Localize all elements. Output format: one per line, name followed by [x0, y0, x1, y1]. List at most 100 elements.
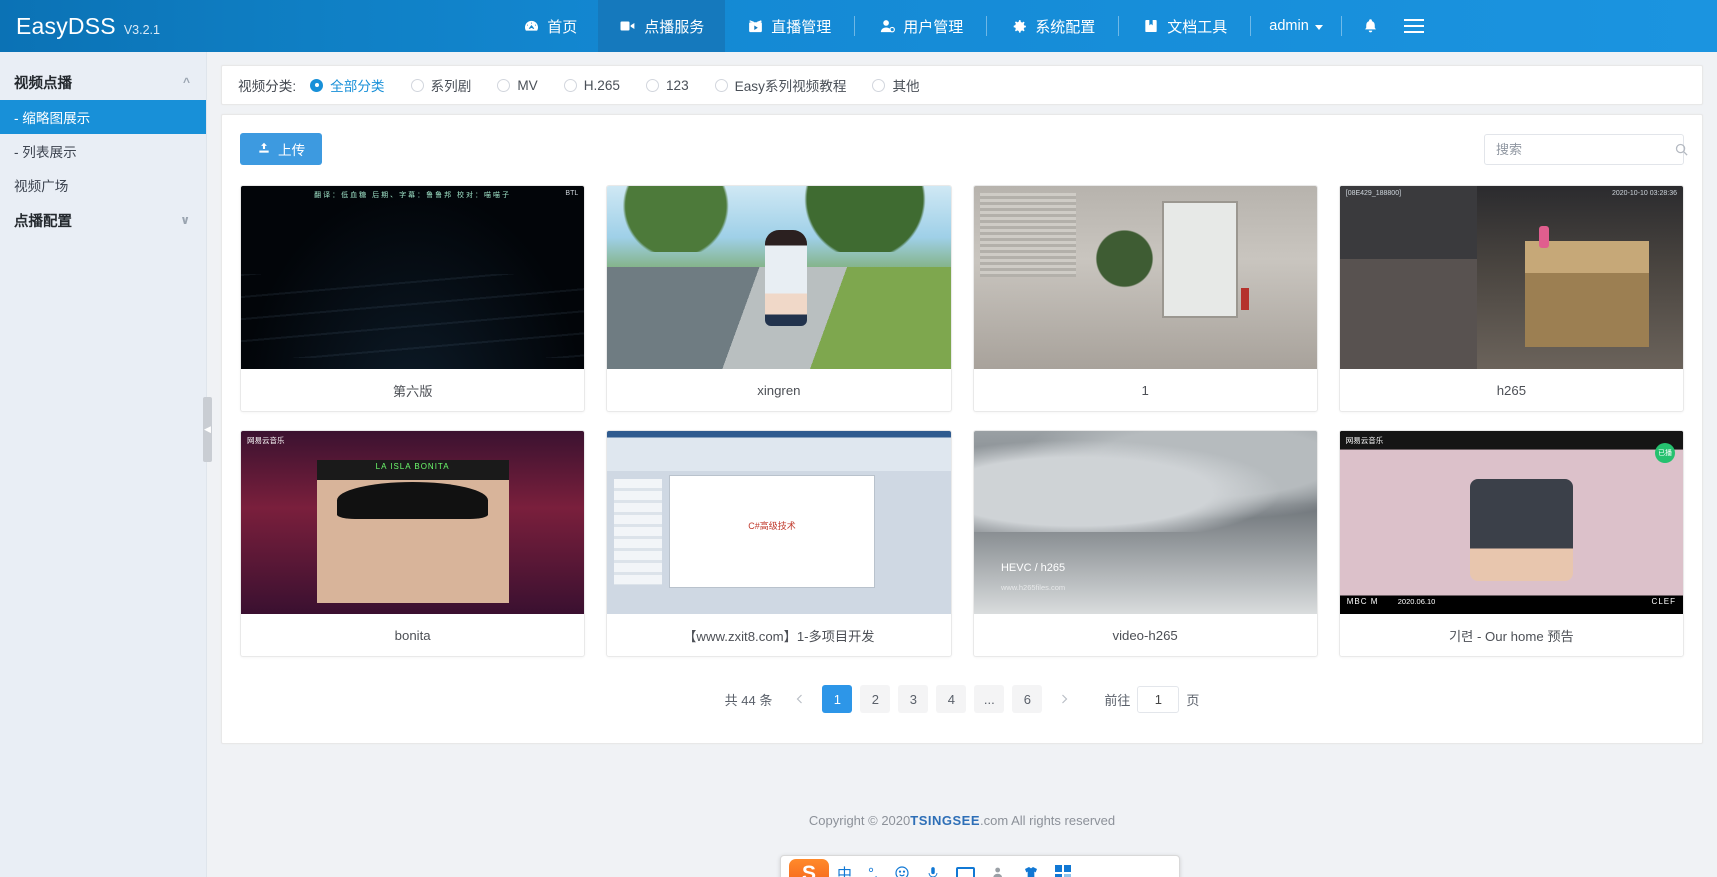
ime-emoji-icon[interactable]	[894, 865, 910, 877]
thumbnail-art-extinguisher	[1241, 288, 1250, 311]
filter-option-series-label: 系列剧	[430, 79, 472, 94]
pagination-jump-input[interactable]	[1137, 685, 1180, 713]
video-grid: 翻译：低血糖 后期、字幕：鲁鲁邦 校对：喵喵子 BTL 第六版 xingren	[240, 185, 1684, 657]
sidebar-group-vod-label: 视频点播	[14, 75, 72, 92]
thumbnail-art-door	[1162, 200, 1238, 318]
footer: Copyright © 2020 TSINGSEE .com All right…	[207, 800, 1717, 840]
gear-icon	[1010, 17, 1028, 35]
nav-divider-1	[854, 16, 856, 36]
radio-dot-h265	[563, 78, 577, 92]
thumbnail-overlay-timestamp: 2020-10-10 03:28:36	[1612, 190, 1677, 197]
video-card[interactable]: C#高级技术 【www.zxit8.com】1-多项目开发	[606, 430, 952, 657]
category-filter-label: 视频分类:	[238, 79, 297, 94]
thumbnail-overlay-source-url: www.h265files.com	[1000, 583, 1066, 593]
pagination-prev-button[interactable]	[786, 685, 814, 713]
nav-item-docs[interactable]: 文档工具	[1121, 0, 1248, 52]
sidebar-item-video-square[interactable]: 视频广场	[0, 168, 206, 202]
filter-option-easy-tutorials[interactable]: Easy系列视频教程	[714, 75, 846, 95]
ime-punctuation-icon[interactable]: °,	[868, 865, 878, 877]
ime-skin-icon[interactable]	[1023, 865, 1039, 877]
sidebar-item-thumbnail-view[interactable]: - 缩略图展示	[0, 100, 206, 134]
ime-user-icon[interactable]	[991, 865, 1007, 877]
video-card[interactable]: xingren	[606, 185, 952, 412]
video-card[interactable]: HEVC / h265 www.h265files.com video-h265	[972, 430, 1318, 657]
nav-zone: 首页 点播服务 直播管理 用户管理 系统配置 文档工具 admin	[228, 0, 1717, 52]
nav-item-users[interactable]: 用户管理	[857, 0, 984, 52]
upload-button[interactable]: 上传	[240, 133, 323, 165]
video-card[interactable]: [08E429_188800] 2020-10-10 03:28:36 h265	[1338, 185, 1684, 412]
filter-option-all[interactable]: 全部分类	[310, 75, 385, 95]
filter-option-123[interactable]: 123	[645, 78, 689, 93]
pagination-page-6[interactable]: 6	[1012, 685, 1043, 713]
hamburger-icon[interactable]	[1398, 19, 1444, 33]
footer-copyright-suffix: .com All rights reserved	[980, 812, 1116, 828]
video-thumbnail[interactable]: 翻译：低血糖 后期、字幕：鲁鲁邦 校对：喵喵子 BTL	[241, 186, 585, 369]
filter-option-mv[interactable]: MV	[497, 78, 538, 93]
nav-item-settings[interactable]: 系统配置	[989, 0, 1116, 52]
thumbnail-overlay-badge: 已播	[1655, 443, 1675, 463]
video-card[interactable]: LA ISLA BONITA 网易云音乐 bonita	[240, 430, 586, 657]
thumbnail-overlay-subtitle: LA ISLA BONITA	[375, 462, 450, 472]
search-input[interactable]	[1494, 140, 1674, 158]
thumbnail-art-clouds	[973, 431, 1317, 532]
user-name: admin	[1269, 18, 1309, 34]
notifications-button[interactable]	[1344, 17, 1398, 35]
video-thumbnail[interactable]: 网易云音乐 已播 MBC M 2020.06.10 CLEF	[1339, 431, 1683, 614]
pagination-page-3[interactable]: 3	[898, 685, 929, 713]
pagination-page-ellipsis[interactable]: ...	[974, 685, 1005, 713]
radio-dot-all	[310, 78, 324, 92]
video-content-panel: 上传 翻译：低血糖 后期、字幕：鲁鲁邦 校对：喵喵子 BTL 第	[221, 114, 1703, 744]
nav-divider-2	[986, 16, 988, 36]
user-menu[interactable]: admin	[1253, 18, 1339, 34]
sidebar-item-list-view-label: - 列表展示	[14, 145, 77, 160]
video-thumbnail[interactable]	[607, 186, 951, 369]
thumbnail-art-bottle	[1538, 226, 1549, 249]
search-icon[interactable]	[1674, 142, 1689, 157]
filter-option-series[interactable]: 系列剧	[410, 75, 472, 95]
pagination-next-button[interactable]	[1050, 685, 1078, 713]
video-thumbnail[interactable]	[973, 186, 1317, 369]
sidebar-item-list-view[interactable]: - 列表展示	[0, 134, 206, 168]
video-card-title: 【www.zxit8.com】1-多项目开发	[683, 628, 875, 644]
search-box[interactable]	[1484, 133, 1688, 165]
sidebar-group-vod-config[interactable]: 点播配置 ∨	[0, 202, 206, 238]
ime-microphone-icon[interactable]	[926, 865, 940, 877]
book-icon	[1142, 17, 1160, 35]
video-thumbnail[interactable]: C#高级技术	[607, 431, 951, 614]
thumbnail-art-wall	[1339, 186, 1478, 369]
nav-item-users-label: 用户管理	[903, 18, 964, 36]
nav-item-home-label: 首页	[547, 18, 578, 36]
video-card[interactable]: 1	[972, 185, 1318, 412]
ime-toolbox-icon[interactable]	[1055, 865, 1072, 877]
pagination: 共 44 条 1 2 3 4 ... 6 前往 页	[240, 685, 1684, 713]
filter-option-h265[interactable]: H.265	[563, 77, 620, 93]
video-card-title: 기련 - Our home 预告	[1449, 628, 1574, 644]
sidebar-group-vod[interactable]: 视频点播 ^	[0, 64, 206, 100]
nav-item-home[interactable]: 首页	[501, 0, 598, 52]
video-card-title: 1	[1141, 382, 1149, 398]
nav-item-vod[interactable]: 点播服务	[598, 0, 726, 52]
video-thumbnail[interactable]: HEVC / h265 www.h265files.com	[973, 431, 1317, 614]
video-thumbnail[interactable]: LA ISLA BONITA 网易云音乐	[241, 431, 585, 614]
thumbnail-art-subject	[765, 229, 808, 326]
chevron-down-icon: ∨	[180, 213, 190, 227]
ime-chinese-mode-icon[interactable]: 中	[837, 863, 852, 877]
brand-logo[interactable]: EasyDSS V3.2.1	[0, 13, 228, 40]
filter-option-h265-label: H.265	[583, 77, 620, 93]
filter-option-all-label: 全部分类	[330, 79, 385, 94]
pagination-page-2[interactable]: 2	[860, 685, 891, 713]
video-thumbnail[interactable]: [08E429_188800] 2020-10-10 03:28:36	[1339, 186, 1683, 369]
thumbnail-art-device	[1470, 478, 1574, 582]
pagination-page-4[interactable]: 4	[936, 685, 967, 713]
nav-item-live[interactable]: 直播管理	[725, 0, 852, 52]
video-card[interactable]: 翻译：低血糖 后期、字幕：鲁鲁邦 校对：喵喵子 BTL 第六版	[240, 185, 586, 412]
sogou-logo-icon[interactable]: S	[789, 859, 829, 877]
filter-option-other[interactable]: 其他	[872, 75, 920, 95]
video-card[interactable]: 网易云音乐 已播 MBC M 2020.06.10 CLEF 기련 - Our …	[1338, 430, 1684, 657]
main-nav: 首页 点播服务 直播管理 用户管理 系统配置 文档工具 admin	[501, 0, 1444, 52]
pagination-page-1[interactable]: 1	[822, 685, 853, 713]
brand-version: V3.2.1	[123, 22, 160, 37]
ime-keyboard-icon[interactable]	[956, 866, 976, 877]
video-camera-icon	[619, 17, 637, 35]
video-card-title: video-h265	[1112, 627, 1178, 643]
